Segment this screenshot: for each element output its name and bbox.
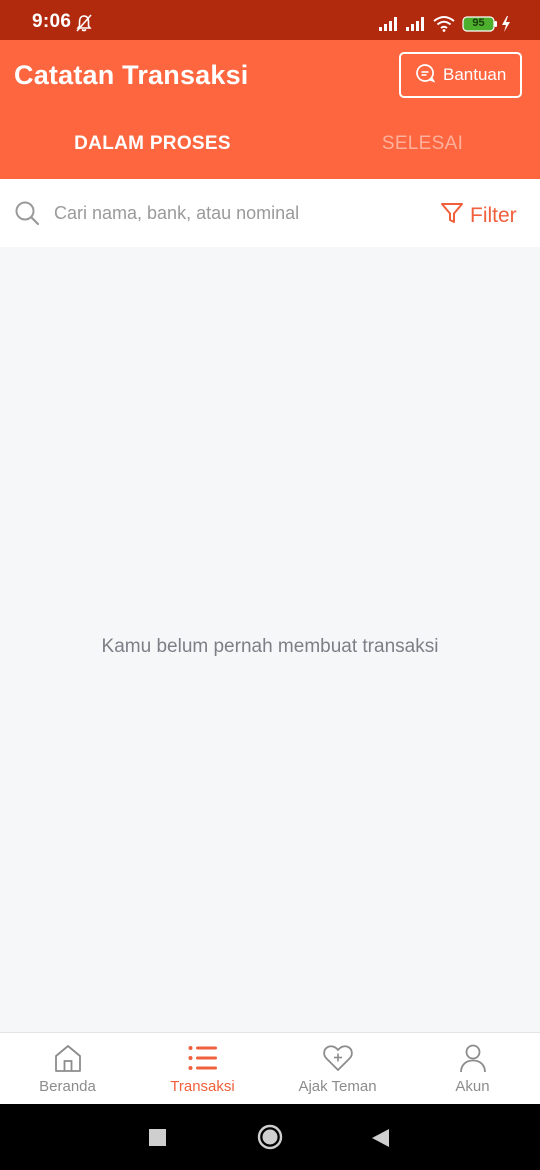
tab-in-progress[interactable]: DALAM PROSES [0,133,305,155]
wifi-icon [433,15,455,37]
home-button[interactable] [257,1124,283,1155]
filter-button[interactable]: Filter [440,201,517,231]
chat-bubble-icon [415,63,436,88]
heart-plus-icon [322,1043,354,1073]
search-input[interactable] [54,199,414,227]
system-nav-bar [0,1104,540,1170]
nav-item-transactions[interactable]: Transaksi [135,1033,270,1105]
help-button-label: Bantuan [443,65,507,84]
home-icon [52,1043,84,1073]
list-icon [187,1043,219,1073]
empty-state-message: Kamu belum pernah membuat transaksi [101,636,439,657]
nav-label-transactions: Transaksi [170,1078,235,1095]
nav-label-invite-friends: Ajak Teman [298,1078,377,1095]
nav-item-invite-friends[interactable]: Ajak Teman [270,1033,405,1105]
transaction-list: Kamu belum pernah membuat transaksi [0,247,540,1032]
search-bar: Filter [0,179,540,247]
user-icon [457,1043,489,1073]
signal-icon [378,16,400,37]
filter-label: Filter [470,204,517,227]
nav-label-account: Akun [455,1078,490,1095]
charging-icon [501,16,511,37]
search-icon [14,200,40,231]
battery-icon: 95 [462,16,498,37]
signal-icon [405,16,427,37]
page-title: Catatan Transaksi [14,60,249,90]
back-button[interactable] [372,1129,389,1152]
status-bar: 9:06 95 [0,0,540,40]
tab-completed[interactable]: SELESAI [305,133,540,155]
filter-icon [440,201,464,231]
recent-apps-button[interactable] [149,1129,166,1151]
nav-item-account[interactable]: Akun [405,1033,540,1105]
battery-level: 95 [472,17,485,29]
nav-label-home: Beranda [39,1078,96,1095]
status-time: 9:06 [32,11,72,32]
bottom-nav: Beranda Transaksi Ajak Teman Akun [0,1032,540,1104]
help-button[interactable]: Bantuan [399,52,522,98]
nav-item-home[interactable]: Beranda [0,1033,135,1105]
bell-muted-icon [75,14,93,37]
app-header: Catatan Transaksi Bantuan DALAM PROSES S… [0,40,540,179]
